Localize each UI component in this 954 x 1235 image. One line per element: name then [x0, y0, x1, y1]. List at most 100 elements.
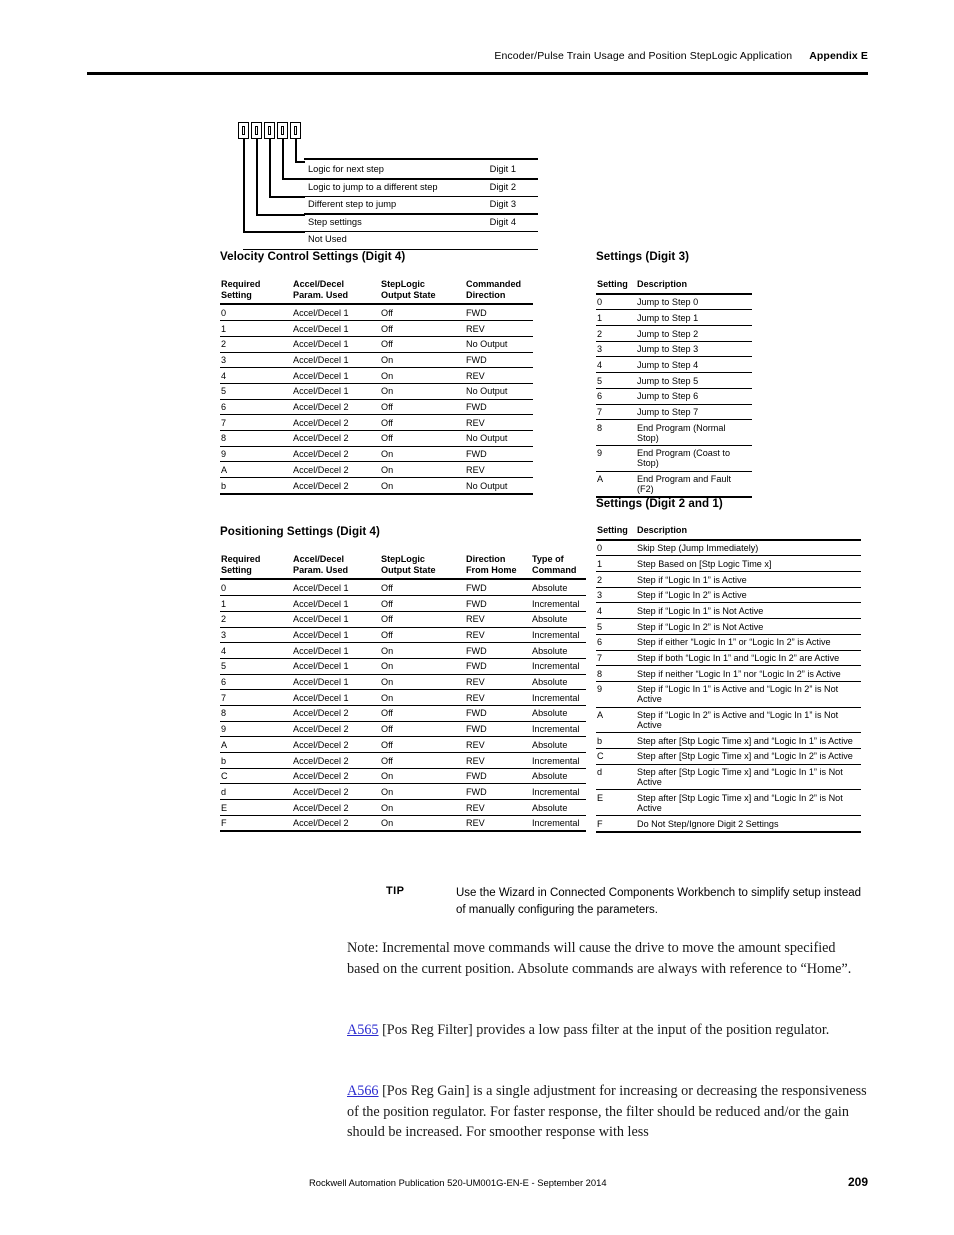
cell-setting: b: [596, 732, 636, 749]
col-header: Description: [637, 525, 688, 535]
cell-description: Step after [Stp Logic Time x] and “Logic…: [636, 732, 861, 749]
cell-setting: 6: [596, 633, 636, 651]
cell-output: On: [380, 783, 465, 800]
cell-setting: 2: [220, 610, 292, 627]
cell-description: Step if “Logic In 2” is Active: [636, 586, 861, 603]
table-row: 9 Accel/Decel 2 On FWD: [220, 445, 533, 462]
table-row: 4 Jump to Step 4: [596, 356, 752, 373]
cell-output: Off: [380, 720, 465, 737]
cell-setting: F: [596, 815, 636, 833]
table-row: 2 Accel/Decel 1 Off REV Absolute: [220, 610, 586, 627]
cell-description: End Program and Fault (F2): [636, 470, 752, 499]
cell-type: Incremental: [531, 595, 586, 612]
cell-setting: A: [596, 470, 636, 499]
cell-description: Step if “Logic In 1” is Active: [636, 571, 861, 588]
leader-line-digit1: [295, 139, 297, 162]
cell-output: Off: [380, 736, 465, 753]
table-row: 0 Jump to Step 0: [596, 292, 752, 310]
cell-description: Step after [Stp Logic Time x] and “Logic…: [636, 789, 861, 816]
cell-description: Skip Step (Jump Immediately): [636, 538, 861, 556]
cell-param: Accel/Decel 2: [292, 476, 380, 495]
cell-param: Accel/Decel 2: [292, 736, 380, 753]
cell-setting: F: [220, 814, 292, 833]
cell-setting: 9: [596, 680, 636, 708]
cell-output: Off: [380, 626, 465, 643]
a565-link[interactable]: A565: [347, 1022, 379, 1038]
cell-output: On: [380, 382, 465, 400]
footer-page-number: 209: [847, 1175, 868, 1189]
cell-setting: 0: [220, 578, 292, 596]
cell-setting: 8: [596, 665, 636, 682]
cell-param: Accel/Decel 1: [292, 367, 380, 384]
cell-param: Accel/Decel 2: [292, 752, 380, 769]
cell-setting: E: [220, 799, 292, 816]
cell-description: Step if “Logic In 1” is Active and “Logi…: [636, 680, 861, 708]
cell-setting: 8: [220, 429, 292, 447]
cell-param: Accel/Decel 1: [292, 689, 380, 706]
cell-param: Accel/Decel 1: [292, 626, 380, 643]
cell-direction: No Output: [465, 382, 533, 400]
cell-type: Absolute: [531, 578, 586, 596]
cell-direction: FWD: [465, 720, 531, 737]
cell-type: Absolute: [531, 704, 586, 722]
table-row: 4 Step if “Logic In 1” is Not Active: [596, 602, 861, 619]
tip-text: Use the Wizard in Connected Components W…: [456, 887, 862, 916]
cell-param: Accel/Decel 2: [292, 461, 380, 478]
cell-description: Jump to Step 6: [636, 387, 752, 405]
table-row: F Accel/Decel 2 On REV Incremental: [220, 814, 586, 833]
cell-direction: REV: [465, 799, 531, 816]
table-row: 8 End Program (Normal Stop): [596, 419, 752, 446]
table-row: d Step after [Stp Logic Time x] and “Logi…: [596, 763, 861, 790]
cell-setting: 3: [596, 340, 636, 357]
table-row: b Step after [Stp Logic Time x] and “Logi…: [596, 732, 861, 749]
table-row: A Step if “Logic In 2” is Active and “Log…: [596, 706, 861, 733]
digit-box-4: [251, 122, 262, 139]
col-header: Required Setting: [221, 279, 261, 300]
header-title: Encoder/Pulse Train Usage and Position S…: [494, 50, 793, 62]
cell-setting: d: [220, 783, 292, 800]
col-header: StepLogic Output State: [381, 554, 436, 575]
cell-setting: b: [220, 476, 292, 495]
cell-output: On: [380, 673, 465, 690]
cell-type: Incremental: [531, 752, 586, 769]
cell-setting: 2: [596, 325, 636, 342]
digit21-table-body: 0 Skip Step (Jump Immediately) 1 Step Base…: [596, 538, 861, 833]
cell-direction: REV: [465, 367, 533, 384]
digit21-settings-table: Setting Description 0 Skip Step (Jump Imm…: [596, 522, 861, 833]
diagram-row-label: Logic for next step: [308, 164, 384, 174]
cell-direction: FWD: [465, 398, 533, 415]
cell-description: Step after [Stp Logic Time x] and “Logic…: [636, 763, 861, 790]
table-row: 4 Accel/Decel 1 On REV: [220, 367, 533, 384]
note-paragraph: Note: Incremental move commands will cau…: [347, 940, 852, 977]
footer-publication: Rockwell Automation Publication 520-UM00…: [309, 1177, 607, 1188]
cell-setting: 4: [596, 356, 636, 373]
cell-type: Absolute: [531, 673, 586, 690]
table-row: 8 Accel/Decel 2 Off FWD Absolute: [220, 704, 586, 722]
table-row: b Accel/Decel 2 On No Output: [220, 476, 533, 495]
table-row: 6 Accel/Decel 2 Off FWD: [220, 398, 533, 415]
header-divider: [87, 72, 868, 75]
positioning-section-title: Positioning Settings (Digit 4): [220, 525, 380, 538]
cell-description: Step if “Logic In 2” is Not Active: [636, 618, 861, 635]
cell-description: Jump to Step 3: [636, 340, 752, 357]
table-row: 7 Accel/Decel 1 On REV Incremental: [220, 689, 586, 706]
cell-output: Off: [380, 414, 465, 431]
table-row: 5 Accel/Decel 1 On FWD Incremental: [220, 657, 586, 675]
diagram-row-digit: Digit 3: [489, 199, 516, 210]
table-row: 4 Accel/Decel 1 On FWD Absolute: [220, 642, 586, 659]
cell-direction: FWD: [465, 578, 531, 596]
cell-setting: 1: [220, 595, 292, 612]
cell-output: Off: [380, 429, 465, 447]
cell-type: Absolute: [531, 642, 586, 659]
cell-setting: 0: [596, 292, 636, 310]
cell-output: Off: [380, 320, 465, 337]
digit-structure-diagram: Logic for next step Digit 1 Logic to jum…: [238, 122, 538, 250]
diagram-top-rule: [304, 158, 538, 161]
page-header: Encoder/Pulse Train Usage and Position S…: [87, 50, 868, 62]
cell-param: Accel/Decel 1: [292, 320, 380, 337]
table-row: 8 Step if neither “Logic In 1” nor “Logic…: [596, 665, 861, 682]
a566-link[interactable]: A566: [347, 1083, 379, 1099]
cell-setting: 0: [220, 303, 292, 321]
table-row: 6 Step if either “Logic In 1” or “Logic I…: [596, 633, 861, 651]
diagram-row-digit: Digit 2: [489, 181, 516, 192]
